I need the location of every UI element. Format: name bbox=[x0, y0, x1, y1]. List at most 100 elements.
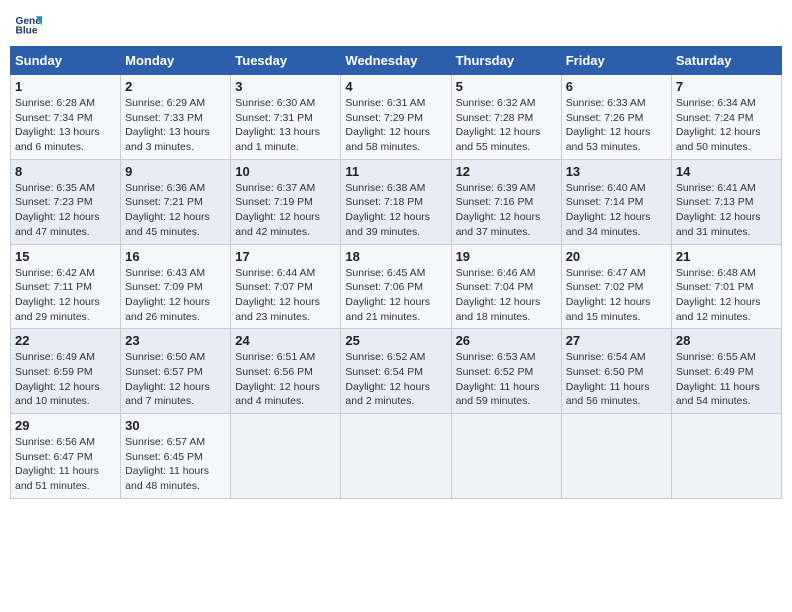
day-info: Sunrise: 6:57 AMSunset: 6:45 PMDaylight:… bbox=[125, 435, 226, 494]
logo: General Blue bbox=[14, 10, 44, 38]
calendar-cell: 22 Sunrise: 6:49 AMSunset: 6:59 PMDayligh… bbox=[11, 329, 121, 414]
day-info: Sunrise: 6:53 AMSunset: 6:52 PMDaylight:… bbox=[456, 350, 557, 409]
svg-text:Blue: Blue bbox=[16, 25, 38, 36]
calendar-cell: 16 Sunrise: 6:43 AMSunset: 7:09 PMDayligh… bbox=[121, 244, 231, 329]
day-number: 13 bbox=[566, 164, 667, 179]
day-number: 4 bbox=[345, 79, 446, 94]
day-info: Sunrise: 6:55 AMSunset: 6:49 PMDaylight:… bbox=[676, 350, 777, 409]
day-info: Sunrise: 6:34 AMSunset: 7:24 PMDaylight:… bbox=[676, 96, 777, 155]
calendar-cell bbox=[561, 414, 671, 499]
calendar-cell: 11Sunrise: 6:38 AMSunset: 7:18 PMDayligh… bbox=[341, 159, 451, 244]
day-number: 22 bbox=[15, 333, 116, 348]
day-info: Sunrise: 6:31 AMSunset: 7:29 PMDaylight:… bbox=[345, 96, 446, 155]
calendar-header-row: SundayMondayTuesdayWednesdayThursdayFrid… bbox=[11, 47, 782, 75]
calendar-week-row: 29 Sunrise: 6:56 AMSunset: 6:47 PMDayligh… bbox=[11, 414, 782, 499]
logo-icon: General Blue bbox=[14, 10, 42, 38]
day-header-thursday: Thursday bbox=[451, 47, 561, 75]
day-number: 20 bbox=[566, 249, 667, 264]
day-number: 9 bbox=[125, 164, 226, 179]
day-info: Sunrise: 6:38 AMSunset: 7:18 PMDaylight:… bbox=[345, 181, 446, 240]
day-number: 16 bbox=[125, 249, 226, 264]
calendar-cell: 2 Sunrise: 6:29 AMSunset: 7:33 PMDaylight… bbox=[121, 75, 231, 160]
calendar-cell: 6 Sunrise: 6:33 AMSunset: 7:26 PMDaylight… bbox=[561, 75, 671, 160]
day-number: 30 bbox=[125, 418, 226, 433]
day-number: 1 bbox=[15, 79, 116, 94]
calendar-week-row: 15 Sunrise: 6:42 AMSunset: 7:11 PMDayligh… bbox=[11, 244, 782, 329]
day-number: 15 bbox=[15, 249, 116, 264]
calendar-cell: 14 Sunrise: 6:41 AMSunset: 7:13 PMDayligh… bbox=[671, 159, 781, 244]
calendar-table: SundayMondayTuesdayWednesdayThursdayFrid… bbox=[10, 46, 782, 499]
calendar-cell: 7 Sunrise: 6:34 AMSunset: 7:24 PMDaylight… bbox=[671, 75, 781, 160]
day-number: 2 bbox=[125, 79, 226, 94]
day-info: Sunrise: 6:47 AMSunset: 7:02 PMDaylight:… bbox=[566, 266, 667, 325]
calendar-cell: 10 Sunrise: 6:37 AMSunset: 7:19 PMDayligh… bbox=[231, 159, 341, 244]
day-info: Sunrise: 6:32 AMSunset: 7:28 PMDaylight:… bbox=[456, 96, 557, 155]
calendar-cell: 15 Sunrise: 6:42 AMSunset: 7:11 PMDayligh… bbox=[11, 244, 121, 329]
day-number: 7 bbox=[676, 79, 777, 94]
day-info: Sunrise: 6:44 AMSunset: 7:07 PMDaylight:… bbox=[235, 266, 336, 325]
calendar-cell: 26 Sunrise: 6:53 AMSunset: 6:52 PMDayligh… bbox=[451, 329, 561, 414]
day-number: 14 bbox=[676, 164, 777, 179]
day-number: 8 bbox=[15, 164, 116, 179]
calendar-cell: 24 Sunrise: 6:51 AMSunset: 6:56 PMDayligh… bbox=[231, 329, 341, 414]
calendar-cell: 19Sunrise: 6:46 AMSunset: 7:04 PMDayligh… bbox=[451, 244, 561, 329]
day-info: Sunrise: 6:54 AMSunset: 6:50 PMDaylight:… bbox=[566, 350, 667, 409]
calendar-week-row: 1 Sunrise: 6:28 AMSunset: 7:34 PMDaylight… bbox=[11, 75, 782, 160]
calendar-cell: 4 Sunrise: 6:31 AMSunset: 7:29 PMDaylight… bbox=[341, 75, 451, 160]
calendar-cell bbox=[451, 414, 561, 499]
day-number: 17 bbox=[235, 249, 336, 264]
day-number: 10 bbox=[235, 164, 336, 179]
day-header-friday: Friday bbox=[561, 47, 671, 75]
day-info: Sunrise: 6:50 AMSunset: 6:57 PMDaylight:… bbox=[125, 350, 226, 409]
day-header-wednesday: Wednesday bbox=[341, 47, 451, 75]
calendar-cell: 9 Sunrise: 6:36 AMSunset: 7:21 PMDaylight… bbox=[121, 159, 231, 244]
calendar-cell: 17 Sunrise: 6:44 AMSunset: 7:07 PMDayligh… bbox=[231, 244, 341, 329]
day-info: Sunrise: 6:33 AMSunset: 7:26 PMDaylight:… bbox=[566, 96, 667, 155]
day-info: Sunrise: 6:37 AMSunset: 7:19 PMDaylight:… bbox=[235, 181, 336, 240]
day-header-saturday: Saturday bbox=[671, 47, 781, 75]
day-info: Sunrise: 6:45 AMSunset: 7:06 PMDaylight:… bbox=[345, 266, 446, 325]
calendar-cell: 30 Sunrise: 6:57 AMSunset: 6:45 PMDayligh… bbox=[121, 414, 231, 499]
calendar-cell: 1 Sunrise: 6:28 AMSunset: 7:34 PMDaylight… bbox=[11, 75, 121, 160]
day-number: 24 bbox=[235, 333, 336, 348]
day-info: Sunrise: 6:40 AMSunset: 7:14 PMDaylight:… bbox=[566, 181, 667, 240]
calendar-cell bbox=[671, 414, 781, 499]
day-number: 23 bbox=[125, 333, 226, 348]
calendar-cell: 18 Sunrise: 6:45 AMSunset: 7:06 PMDayligh… bbox=[341, 244, 451, 329]
day-number: 19 bbox=[456, 249, 557, 264]
calendar-cell: 8 Sunrise: 6:35 AMSunset: 7:23 PMDaylight… bbox=[11, 159, 121, 244]
calendar-cell: 20 Sunrise: 6:47 AMSunset: 7:02 PMDayligh… bbox=[561, 244, 671, 329]
day-info: Sunrise: 6:49 AMSunset: 6:59 PMDaylight:… bbox=[15, 350, 116, 409]
calendar-cell: 3Sunrise: 6:30 AMSunset: 7:31 PMDaylight… bbox=[231, 75, 341, 160]
day-info: Sunrise: 6:39 AMSunset: 7:16 PMDaylight:… bbox=[456, 181, 557, 240]
day-info: Sunrise: 6:35 AMSunset: 7:23 PMDaylight:… bbox=[15, 181, 116, 240]
calendar-cell: 25Sunrise: 6:52 AMSunset: 6:54 PMDayligh… bbox=[341, 329, 451, 414]
calendar-week-row: 22 Sunrise: 6:49 AMSunset: 6:59 PMDayligh… bbox=[11, 329, 782, 414]
day-info: Sunrise: 6:51 AMSunset: 6:56 PMDaylight:… bbox=[235, 350, 336, 409]
day-number: 5 bbox=[456, 79, 557, 94]
calendar-cell bbox=[231, 414, 341, 499]
day-info: Sunrise: 6:28 AMSunset: 7:34 PMDaylight:… bbox=[15, 96, 116, 155]
day-info: Sunrise: 6:29 AMSunset: 7:33 PMDaylight:… bbox=[125, 96, 226, 155]
calendar-cell: 27 Sunrise: 6:54 AMSunset: 6:50 PMDayligh… bbox=[561, 329, 671, 414]
day-info: Sunrise: 6:56 AMSunset: 6:47 PMDaylight:… bbox=[15, 435, 116, 494]
day-info: Sunrise: 6:36 AMSunset: 7:21 PMDaylight:… bbox=[125, 181, 226, 240]
day-number: 26 bbox=[456, 333, 557, 348]
calendar-cell: 13 Sunrise: 6:40 AMSunset: 7:14 PMDayligh… bbox=[561, 159, 671, 244]
day-number: 27 bbox=[566, 333, 667, 348]
day-info: Sunrise: 6:41 AMSunset: 7:13 PMDaylight:… bbox=[676, 181, 777, 240]
day-info: Sunrise: 6:42 AMSunset: 7:11 PMDaylight:… bbox=[15, 266, 116, 325]
calendar-week-row: 8 Sunrise: 6:35 AMSunset: 7:23 PMDaylight… bbox=[11, 159, 782, 244]
day-number: 6 bbox=[566, 79, 667, 94]
day-number: 21 bbox=[676, 249, 777, 264]
calendar-cell bbox=[341, 414, 451, 499]
day-number: 29 bbox=[15, 418, 116, 433]
day-info: Sunrise: 6:30 AMSunset: 7:31 PMDaylight:… bbox=[235, 96, 336, 155]
day-number: 25 bbox=[345, 333, 446, 348]
calendar-cell: 29 Sunrise: 6:56 AMSunset: 6:47 PMDayligh… bbox=[11, 414, 121, 499]
day-number: 18 bbox=[345, 249, 446, 264]
day-info: Sunrise: 6:43 AMSunset: 7:09 PMDaylight:… bbox=[125, 266, 226, 325]
day-info: Sunrise: 6:48 AMSunset: 7:01 PMDaylight:… bbox=[676, 266, 777, 325]
day-header-tuesday: Tuesday bbox=[231, 47, 341, 75]
day-header-sunday: Sunday bbox=[11, 47, 121, 75]
